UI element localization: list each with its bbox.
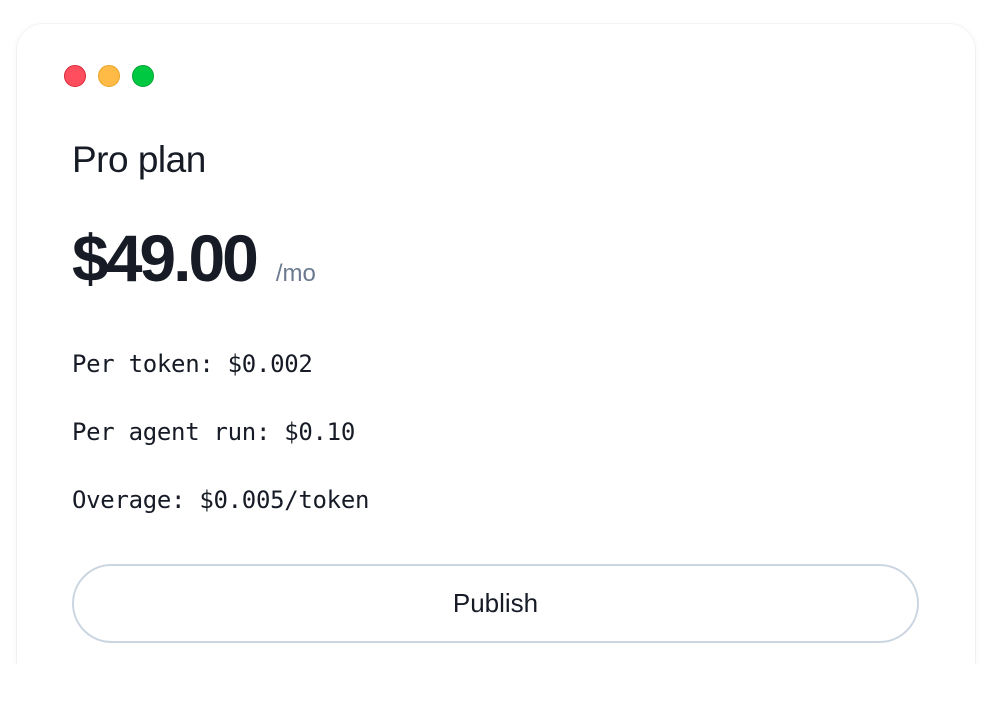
minimize-window-icon[interactable] — [98, 65, 120, 87]
window-controls — [64, 65, 154, 87]
price-row: $49.00 /mo — [72, 220, 316, 296]
overage-rate: Overage: $0.005/token — [72, 486, 370, 514]
publish-button[interactable]: Publish — [72, 564, 919, 643]
per-agent-run-rate: Per agent run: $0.10 — [72, 418, 355, 446]
close-window-icon[interactable] — [64, 65, 86, 87]
zoom-window-icon[interactable] — [132, 65, 154, 87]
plan-title: Pro plan — [72, 139, 206, 180]
per-token-rate: Per token: $0.002 — [72, 350, 313, 378]
plan-price: $49.00 — [72, 221, 259, 295]
pricing-window: Pro plan $49.00 /mo Per token: $0.002 Pe… — [17, 24, 975, 664]
billing-period: /mo — [275, 260, 316, 287]
